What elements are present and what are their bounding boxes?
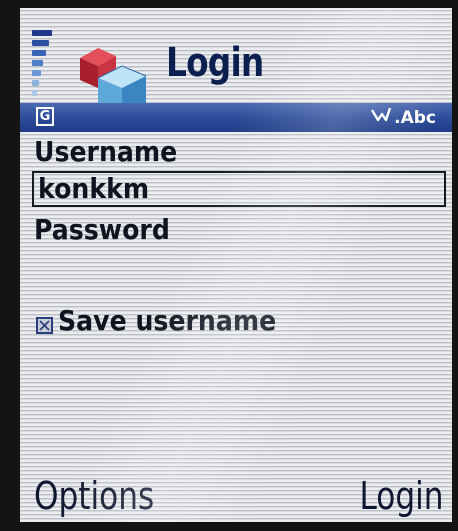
- signal-strength-icon: [32, 30, 62, 98]
- input-mode-indicator: .Abc: [370, 106, 436, 129]
- status-bar: G .Abc: [20, 103, 452, 132]
- login-softkey[interactable]: Login: [360, 474, 444, 518]
- device-frame: Login G .Abc Username konkkm Password Sa…: [0, 0, 458, 531]
- username-field[interactable]: konkkm: [32, 171, 446, 207]
- save-username-checkbox[interactable]: [36, 317, 53, 334]
- password-label: Password: [34, 213, 170, 246]
- phone-screen: Login G .Abc Username konkkm Password Sa…: [20, 8, 452, 522]
- username-label: Username: [34, 135, 178, 168]
- page-title: Login: [166, 40, 264, 86]
- save-username-label[interactable]: Save username: [58, 304, 276, 337]
- input-mode-label: .Abc: [394, 107, 436, 128]
- options-softkey[interactable]: Options: [34, 474, 154, 518]
- username-value: konkkm: [38, 172, 150, 205]
- network-indicator: G: [36, 107, 54, 126]
- pen-icon: [370, 106, 392, 129]
